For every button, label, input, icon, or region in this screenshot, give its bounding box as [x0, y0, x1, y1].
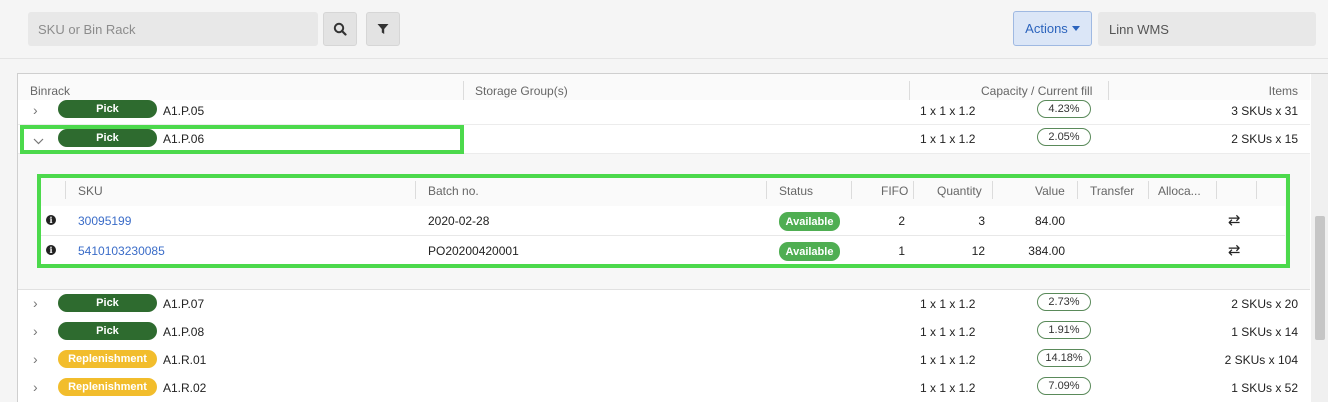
- header-storage-groups[interactable]: Storage Group(s): [475, 84, 568, 98]
- binrack-row[interactable]: › Pick A1.P.08 1 x 1 x 1.2 1.91% 1 SKUs …: [18, 318, 1310, 347]
- bin-capacity: 1 x 1 x 1.2: [920, 353, 976, 367]
- binrack-row[interactable]: › Pick A1.P.07 1 x 1 x 1.2 2.73% 2 SKUs …: [18, 290, 1310, 319]
- header-binrack[interactable]: Binrack: [30, 84, 70, 98]
- bin-items: 2 SKUs x 104: [1224, 353, 1298, 367]
- expanded-detail: SKU Batch no. Status FIFO Quantity Value…: [18, 154, 1310, 290]
- binrack-grid: Binrack Storage Group(s) Capacity / Curr…: [17, 73, 1328, 402]
- bin-type-badge: Pick: [58, 322, 157, 340]
- binrack-row[interactable]: › Replenishment A1.R.02 1 x 1 x 1.2 7.09…: [18, 374, 1310, 402]
- scrollbar-thumb[interactable]: [1315, 216, 1325, 340]
- fill-badge: 14.18%: [1037, 349, 1091, 367]
- bin-name: A1.P.07: [163, 297, 205, 311]
- bin-name: A1.P.05: [163, 104, 205, 118]
- bin-items: 3 SKUs x 31: [1231, 104, 1298, 118]
- bin-type-badge: Pick: [58, 100, 157, 118]
- column-divider[interactable]: [463, 81, 464, 100]
- highlight-box: [37, 174, 1290, 268]
- binrack-row[interactable]: › Pick A1.P.05 1 x 1 x 1.2 4.23% 3 SKUs …: [18, 100, 1310, 125]
- highlight-box: [20, 125, 464, 154]
- chevron-right-icon[interactable]: ›: [33, 380, 45, 394]
- search-input[interactable]: [28, 12, 318, 46]
- filter-icon: [377, 24, 389, 34]
- column-divider[interactable]: [909, 81, 910, 100]
- filter-button[interactable]: [366, 12, 400, 46]
- bin-capacity: 1 x 1 x 1.2: [920, 297, 976, 311]
- chevron-right-icon[interactable]: ›: [33, 296, 45, 310]
- bin-capacity: 1 x 1 x 1.2: [920, 325, 976, 339]
- header-capacity[interactable]: Capacity / Current fill: [981, 84, 1092, 98]
- location-value: Linn WMS: [1109, 21, 1169, 37]
- bin-items: 1 SKUs x 14: [1231, 325, 1298, 339]
- bin-capacity: 1 x 1 x 1.2: [920, 104, 976, 118]
- bin-name: A1.R.01: [163, 353, 207, 367]
- fill-badge: 4.23%: [1037, 100, 1091, 118]
- bin-type-badge: Replenishment: [58, 350, 157, 368]
- chevron-right-icon[interactable]: ›: [33, 352, 45, 366]
- column-divider[interactable]: [1108, 81, 1109, 100]
- fill-badge: 2.73%: [1037, 293, 1091, 311]
- fill-badge: 7.09%: [1037, 377, 1091, 395]
- bin-items: 1 SKUs x 52: [1231, 381, 1298, 395]
- fill-badge: 1.91%: [1037, 321, 1091, 339]
- bin-capacity: 1 x 1 x 1.2: [920, 132, 976, 146]
- actions-label: Actions: [1025, 21, 1068, 36]
- vertical-scrollbar[interactable]: [1311, 74, 1328, 402]
- toolbar: Actions Linn WMS: [0, 0, 1328, 59]
- chevron-right-icon[interactable]: ›: [33, 103, 45, 117]
- caret-down-icon: [1071, 26, 1080, 31]
- search-icon: [333, 22, 347, 36]
- chevron-right-icon[interactable]: ›: [33, 324, 45, 338]
- bin-name: A1.R.02: [163, 381, 207, 395]
- binrack-row[interactable]: › Replenishment A1.R.01 1 x 1 x 1.2 14.1…: [18, 346, 1310, 375]
- bin-type-badge: Pick: [58, 294, 157, 312]
- header-items[interactable]: Items: [1269, 84, 1298, 98]
- fill-badge: 2.05%: [1037, 128, 1091, 146]
- bin-items: 2 SKUs x 20: [1231, 297, 1298, 311]
- search-button[interactable]: [323, 12, 357, 46]
- actions-button[interactable]: Actions: [1013, 11, 1092, 46]
- location-selector[interactable]: Linn WMS: [1098, 12, 1316, 46]
- bin-type-badge: Replenishment: [58, 378, 157, 396]
- bin-items: 2 SKUs x 15: [1231, 132, 1298, 146]
- bin-name: A1.P.08: [163, 325, 205, 339]
- bin-capacity: 1 x 1 x 1.2: [920, 381, 976, 395]
